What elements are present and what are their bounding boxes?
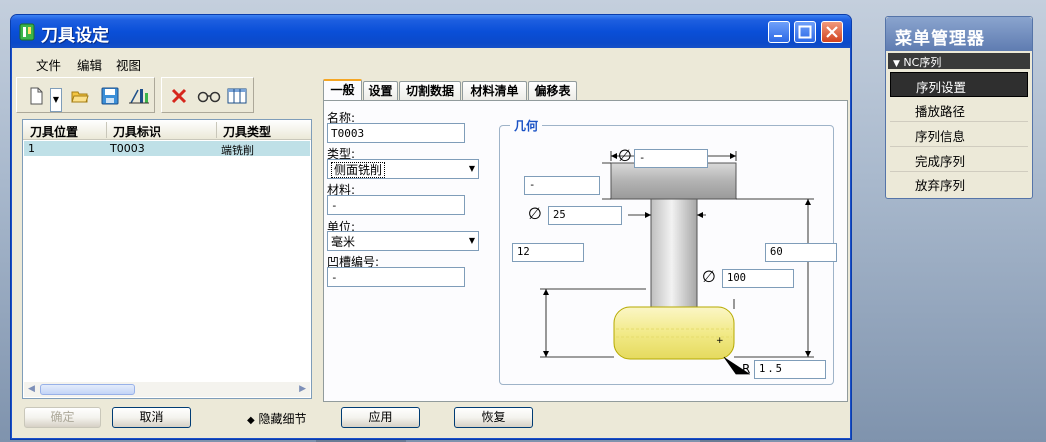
- tool-geometry-diagram: + ∅ - - ∅ 25 12 60 ∅ 100 R 1.5: [506, 139, 837, 379]
- scrollbar-thumb[interactable]: [40, 384, 135, 395]
- menu-file[interactable]: 文件: [36, 55, 61, 74]
- menu-item-quit-sequence[interactable]: 放弃序列: [890, 171, 1028, 196]
- tab-general[interactable]: 一般: [323, 79, 362, 101]
- hide-details-label: 隐藏细节: [258, 412, 307, 426]
- diameter-icon: ∅: [618, 146, 632, 165]
- save-icon[interactable]: [101, 87, 119, 105]
- horizontal-scrollbar[interactable]: ◀ ▶: [24, 382, 310, 397]
- menu-item-sequence-setup[interactable]: 序列设置: [890, 72, 1028, 97]
- close-button[interactable]: [821, 21, 843, 43]
- column-header-id[interactable]: 刀具标识: [113, 123, 161, 140]
- menu-section-nc-sequence[interactable]: ▼ NC序列: [888, 53, 1030, 69]
- minimize-icon: [774, 35, 782, 37]
- app-icon: [19, 23, 35, 41]
- top-height-field[interactable]: -: [524, 176, 600, 195]
- material-field[interactable]: -: [327, 195, 465, 215]
- radius-label: R: [742, 362, 751, 376]
- type-select[interactable]: 侧面铣削 ▼: [327, 159, 479, 179]
- cell-tool-id: T0003: [110, 142, 145, 155]
- diameter-icon: ∅: [702, 267, 716, 286]
- close-icon: [826, 26, 838, 38]
- menu-bar: 文件 编辑 视图: [14, 51, 848, 73]
- apply-button[interactable]: 应用: [341, 407, 420, 428]
- dropdown-icon[interactable]: ▼: [50, 88, 62, 112]
- cell-tool-type: 端铣削: [221, 144, 254, 157]
- chevron-down-icon: ▼: [468, 164, 475, 173]
- tool-setup-window: 刀具设定 文件 编辑 视图 ▼ 刀具位置 刀具标识 刀具类型 1 T0003 端…: [10, 14, 852, 440]
- overall-length-field[interactable]: 60: [765, 243, 837, 262]
- tab-cutting-data[interactable]: 切割数据: [399, 81, 461, 101]
- ok-button[interactable]: 确定: [24, 407, 101, 428]
- corner-radius-field[interactable]: 1.5: [754, 360, 826, 379]
- top-diameter-field[interactable]: -: [634, 149, 708, 168]
- shank-diameter-field[interactable]: 25: [548, 206, 622, 225]
- tool-list-header: 刀具位置 刀具标识 刀具类型: [23, 120, 311, 140]
- menu-manager-title: 菜单管理器: [886, 17, 1032, 51]
- name-field[interactable]: T0003: [327, 123, 465, 143]
- menu-item-play-path[interactable]: 播放路径: [890, 97, 1028, 122]
- column-divider[interactable]: [216, 122, 217, 138]
- menu-item-done-sequence[interactable]: 完成序列: [890, 147, 1028, 172]
- tab-panel-general: 名称: T0003 类型: 侧面铣削 ▼ 材料: - 单位: 毫米 ▼ 凹槽编号…: [323, 100, 848, 402]
- chevron-down-icon: ▼: [468, 236, 475, 245]
- toolbar-group-edit: [161, 77, 254, 113]
- menu-section-label: NC序列: [903, 56, 942, 69]
- tool-list[interactable]: 刀具位置 刀具标识 刀具类型 1 T0003 端铣削 ◀ ▶: [22, 119, 312, 399]
- tab-settings[interactable]: 设置: [363, 81, 398, 101]
- unit-select-value: 毫米: [331, 235, 356, 249]
- geometry-legend: 几何: [510, 117, 543, 134]
- maximize-button[interactable]: [794, 21, 816, 43]
- tab-offset-table[interactable]: 偏移表: [528, 81, 577, 101]
- toolbar-group-file: ▼: [16, 77, 155, 113]
- new-icon[interactable]: [27, 87, 45, 105]
- menu-edit[interactable]: 编辑: [77, 55, 102, 74]
- triangle-down-icon: ▼: [893, 59, 900, 69]
- scroll-right-icon[interactable]: ▶: [299, 384, 306, 394]
- open-folder-icon[interactable]: [71, 87, 89, 105]
- column-header-type[interactable]: 刀具类型: [223, 123, 271, 140]
- length-left-field[interactable]: 12: [512, 243, 584, 262]
- tab-bill-of-materials[interactable]: 材料清单: [462, 81, 527, 101]
- tool-table-icon[interactable]: [128, 87, 150, 105]
- arrow-left-icon: ◆: [247, 415, 255, 426]
- window-title: 刀具设定: [41, 26, 109, 46]
- minimize-button[interactable]: [768, 21, 790, 43]
- unit-select[interactable]: 毫米 ▼: [327, 231, 479, 251]
- cancel-button[interactable]: 取消: [112, 407, 191, 428]
- cutter-diameter-field[interactable]: 100: [722, 269, 794, 288]
- restore-button[interactable]: 恢复: [454, 407, 533, 428]
- title-bar[interactable]: 刀具设定: [11, 15, 851, 48]
- menu-view[interactable]: 视图: [116, 55, 141, 74]
- menu-manager-panel: 菜单管理器 ▼ NC序列 序列设置 播放路径 序列信息 完成序列 放弃序列: [885, 16, 1033, 199]
- diameter-icon: ∅: [528, 204, 542, 223]
- column-divider[interactable]: [106, 122, 107, 138]
- table-row[interactable]: 1 T0003 端铣削: [24, 141, 310, 157]
- delete-icon[interactable]: [170, 87, 188, 105]
- view-icon[interactable]: [197, 87, 221, 105]
- hide-details-button[interactable]: ◆ 隐藏细节: [247, 410, 307, 427]
- toolbar: ▼: [16, 77, 280, 113]
- scroll-left-icon[interactable]: ◀: [28, 384, 35, 394]
- table-columns-icon[interactable]: [227, 87, 247, 105]
- column-header-position[interactable]: 刀具位置: [30, 123, 78, 140]
- cell-position: 1: [28, 142, 35, 155]
- groove-number-field[interactable]: -: [327, 267, 465, 287]
- maximize-icon: [798, 25, 812, 39]
- menu-item-sequence-info[interactable]: 序列信息: [890, 122, 1028, 147]
- svg-text:+: +: [716, 336, 724, 346]
- type-select-value: 侧面铣削: [331, 162, 386, 178]
